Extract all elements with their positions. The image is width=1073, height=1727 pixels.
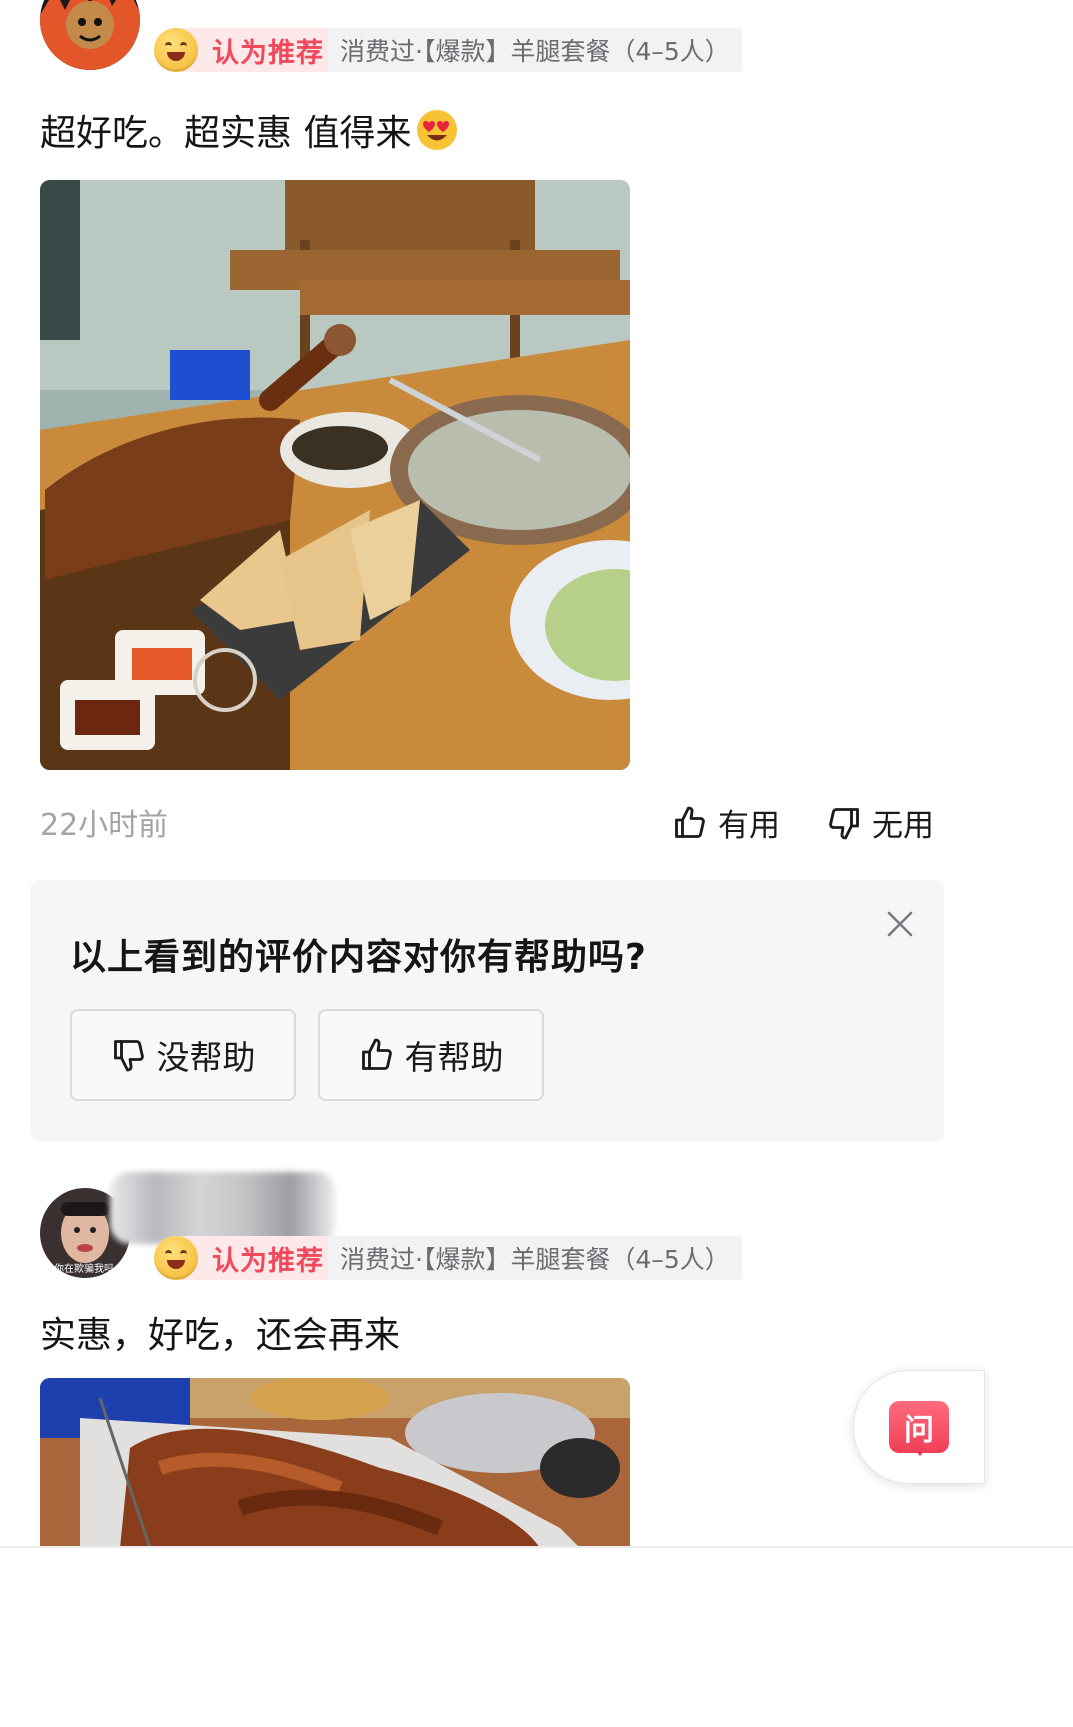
no-help-button[interactable]: 没帮助 (70, 1009, 296, 1101)
useful-label: 有用 (718, 808, 780, 844)
review-photo[interactable] (40, 1378, 630, 1548)
ask-question-button[interactable]: 问 (853, 1370, 985, 1484)
avatar-caption: 你在欺骗我吗 (54, 1264, 114, 1275)
help-button[interactable]: 有帮助 (318, 1009, 544, 1101)
no-help-label: 没帮助 (156, 1038, 256, 1077)
ask-label: 问 (904, 1413, 934, 1448)
consumed-label: 消费过·【爆款】羊腿套餐（4–5人） (340, 37, 730, 66)
useful-button[interactable]: 有用 (672, 800, 780, 845)
thumbs-up-icon (675, 806, 705, 838)
review-text: 超好吃。超实惠 值得来 (40, 104, 459, 156)
review-photo[interactable] (40, 180, 630, 770)
smile-face-icon (154, 1236, 198, 1280)
thumbs-up-icon (361, 1038, 392, 1070)
username-blurred (110, 1172, 336, 1244)
help-label: 有帮助 (404, 1038, 504, 1077)
useless-label: 无用 (872, 808, 934, 844)
consumed-tag[interactable]: 消费过·【爆款】羊腿套餐（4–5人） (328, 1236, 742, 1280)
useless-button[interactable]: 无用 (826, 800, 934, 845)
close-icon[interactable] (886, 910, 914, 938)
review-text: 实惠，好吃，还会再来 (40, 1315, 401, 1356)
review-text-content: 超好吃。超实惠 值得来 (40, 113, 412, 154)
consumed-label: 消费过·【爆款】羊腿套餐（4–5人） (340, 1245, 730, 1274)
recommend-badge: 认为推荐 (154, 28, 338, 72)
survey-question: 以上看到的评价内容对你有帮助吗? (70, 937, 647, 978)
bottom-divider (0, 1546, 1073, 1548)
recommend-label: 认为推荐 (212, 37, 324, 69)
smile-face-icon (154, 28, 198, 72)
user-avatar[interactable] (40, 0, 140, 70)
heart-eyes-emoji-icon (415, 108, 459, 152)
recommend-badge: 认为推荐 (154, 1236, 338, 1280)
recommend-label: 认为推荐 (212, 1245, 324, 1277)
review-time: 22小时前 (40, 808, 169, 843)
feedback-survey-card: 以上看到的评价内容对你有帮助吗? 没帮助 有帮助 (30, 880, 944, 1142)
question-icon: 问 (889, 1401, 949, 1456)
thumbs-down-icon (829, 807, 859, 839)
thumbs-down-icon (113, 1040, 144, 1072)
consumed-tag[interactable]: 消费过·【爆款】羊腿套餐（4–5人） (328, 28, 742, 72)
